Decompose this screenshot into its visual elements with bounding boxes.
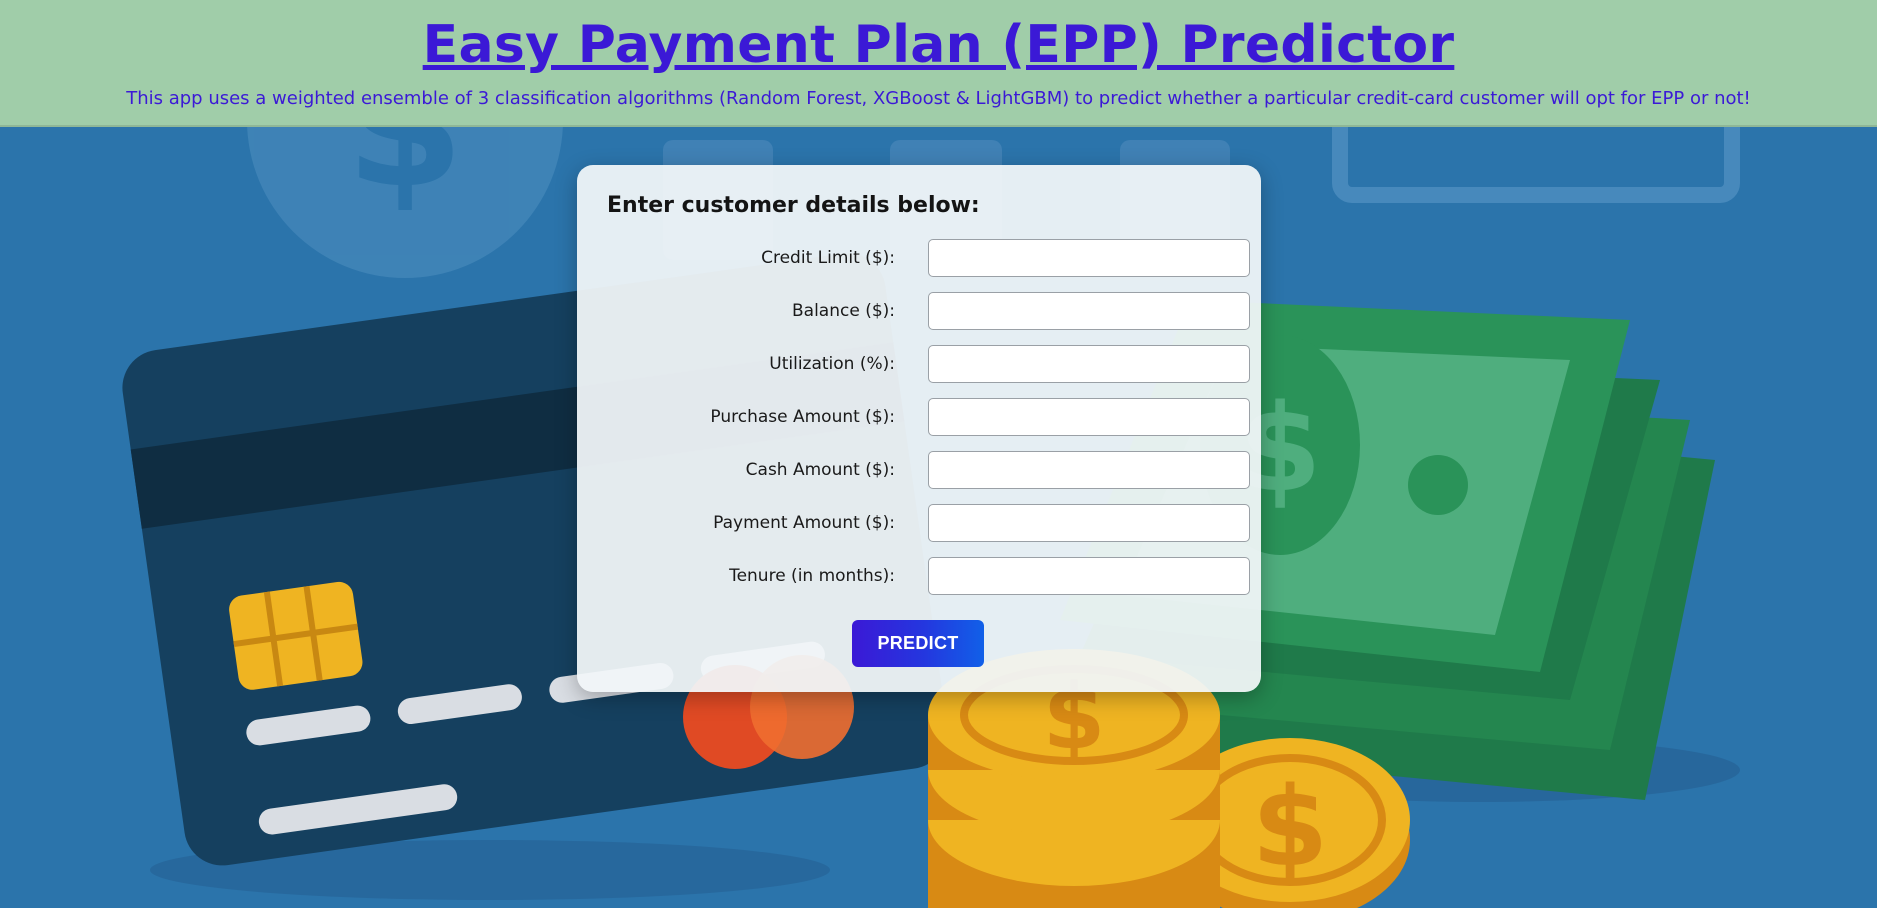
page-title-link[interactable]: Easy Payment Plan (EPP) Predictor — [423, 14, 1455, 76]
customer-details-form: Enter customer details below: Credit Lim… — [577, 165, 1261, 692]
utilization-input[interactable] — [928, 345, 1250, 383]
balance-row: Balance ($): — [577, 292, 1261, 332]
payment-amount-row: Payment Amount ($): — [577, 504, 1261, 544]
svg-text:$: $ — [1252, 763, 1329, 891]
cash-amount-row: Cash Amount ($): — [577, 451, 1261, 491]
purchase-amount-input[interactable] — [928, 398, 1250, 436]
credit-limit-label: Credit Limit ($): — [761, 248, 895, 268]
predict-button[interactable]: PREDICT — [852, 620, 984, 667]
tenure-row: Tenure (in months): — [577, 557, 1261, 597]
utilization-label: Utilization (%): — [769, 354, 895, 374]
cash-amount-input[interactable] — [928, 451, 1250, 489]
page: $ $ $ $ Easy Payment Plan (EPP) Predicto… — [0, 0, 1877, 908]
balance-input[interactable] — [928, 292, 1250, 330]
payment-amount-input[interactable] — [928, 504, 1250, 542]
balance-label: Balance ($): — [791, 301, 895, 321]
purchase-amount-label: Purchase Amount ($): — [710, 407, 895, 427]
credit-limit-row: Credit Limit ($): — [577, 239, 1261, 279]
credit-limit-input[interactable] — [928, 239, 1250, 277]
payment-amount-label: Payment Amount ($): — [713, 513, 895, 533]
form-heading: Enter customer details below: — [607, 193, 980, 218]
header-banner: Easy Payment Plan (EPP) Predictor This a… — [0, 0, 1877, 127]
tenure-label: Tenure (in months): — [729, 566, 895, 586]
cash-amount-label: Cash Amount ($): — [745, 460, 895, 480]
tenure-input[interactable] — [928, 557, 1250, 595]
purchase-amount-row: Purchase Amount ($): — [577, 398, 1261, 438]
app-description: This app uses a weighted ensemble of 3 c… — [126, 88, 1751, 109]
utilization-row: Utilization (%): — [577, 345, 1261, 385]
